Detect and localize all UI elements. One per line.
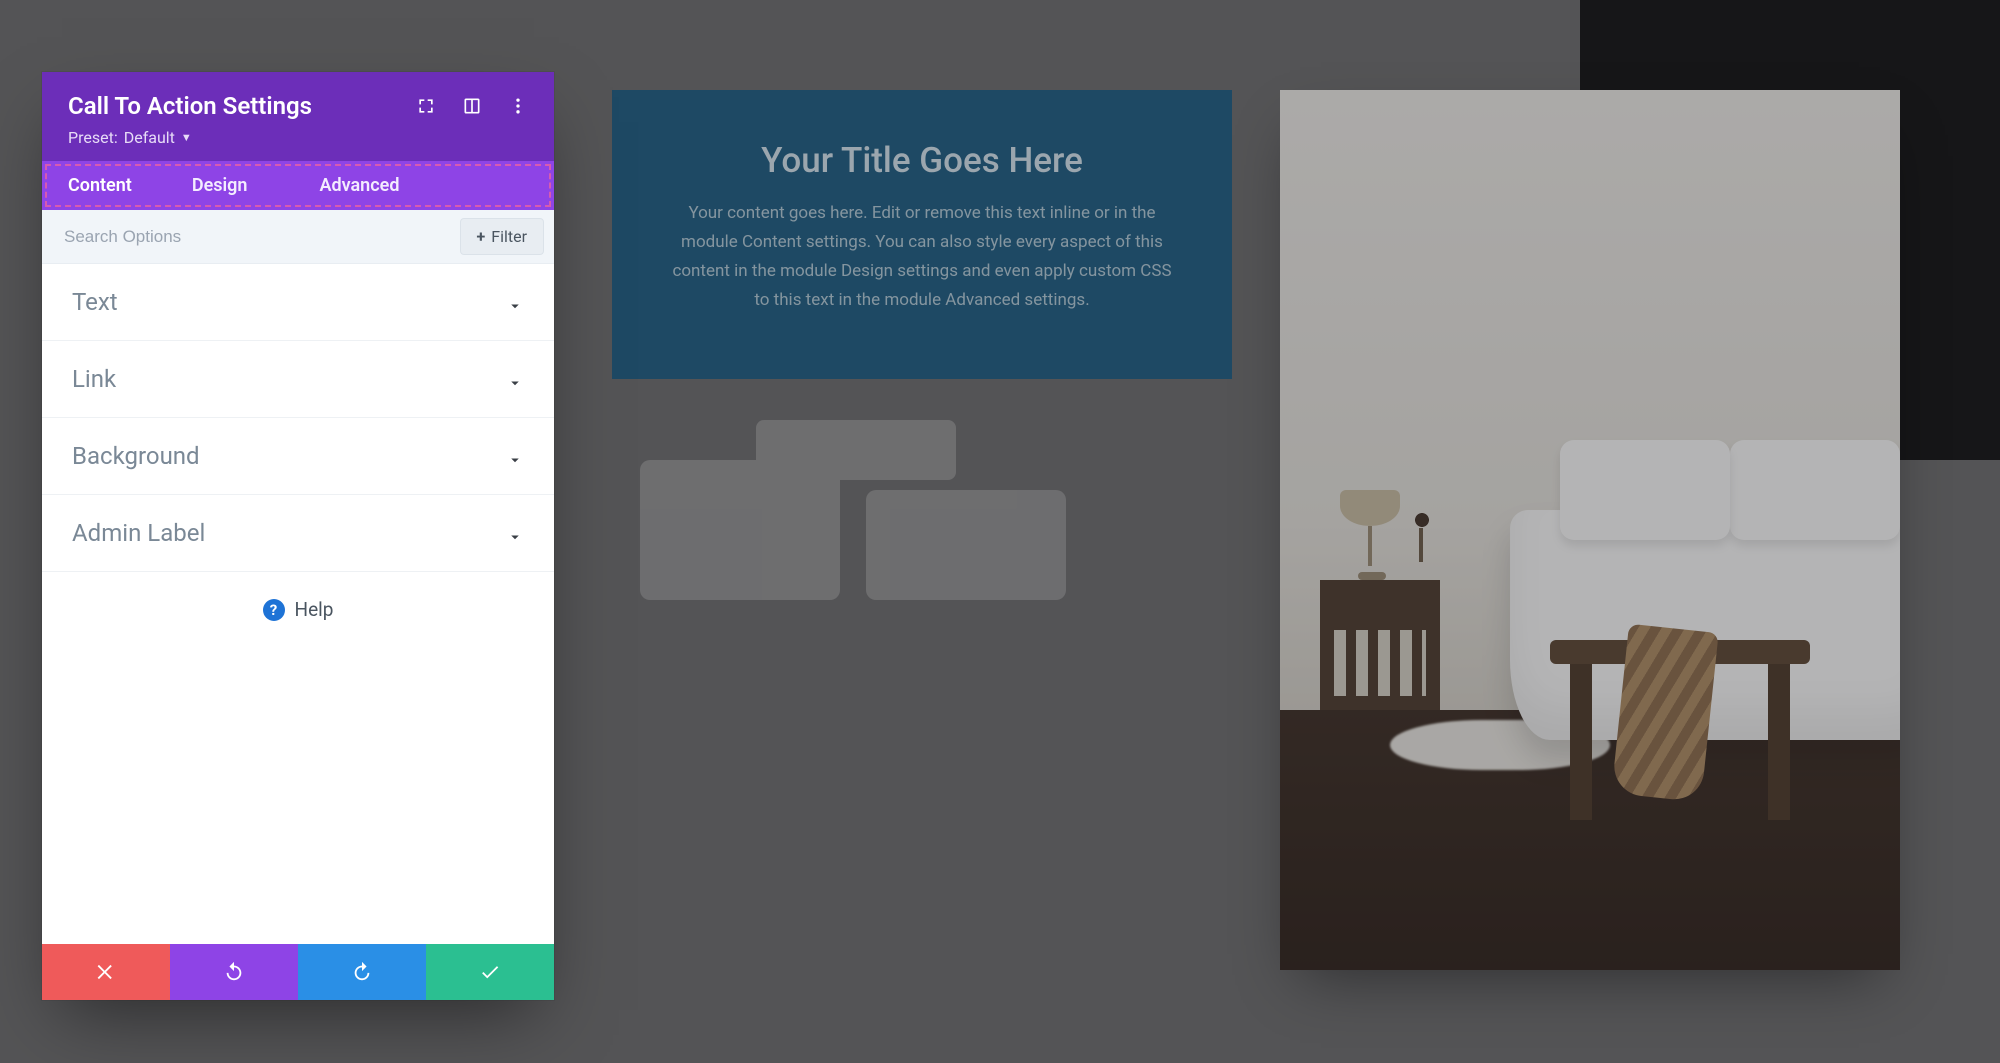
option-label: Text bbox=[72, 288, 118, 316]
expand-icon[interactable] bbox=[416, 96, 436, 116]
settings-tabs: Content Design Advanced bbox=[42, 161, 554, 210]
options-list: Text Link Background Admin Label ? Help bbox=[42, 264, 554, 944]
preset-selector[interactable]: Preset: Default ▼ bbox=[68, 128, 528, 147]
option-label: Link bbox=[72, 365, 116, 393]
option-admin-label[interactable]: Admin Label bbox=[42, 495, 554, 572]
help-label: Help bbox=[295, 598, 334, 621]
cancel-button[interactable] bbox=[42, 944, 170, 1000]
chevron-down-icon bbox=[506, 447, 524, 465]
chevron-down-icon bbox=[506, 524, 524, 542]
module-settings-panel: Call To Action Settings Preset: Default bbox=[42, 72, 554, 1000]
option-link[interactable]: Link bbox=[42, 341, 554, 418]
page-builder-viewport: Your Title Goes Here Your content goes h… bbox=[0, 0, 2000, 1063]
filter-button[interactable]: + Filter bbox=[460, 218, 544, 255]
undo-icon bbox=[223, 961, 245, 983]
save-button[interactable] bbox=[426, 944, 554, 1000]
search-input[interactable] bbox=[42, 211, 460, 263]
chevron-down-icon bbox=[506, 293, 524, 311]
preset-value: Default bbox=[124, 128, 175, 147]
option-label: Admin Label bbox=[72, 519, 205, 547]
option-label: Background bbox=[72, 442, 200, 470]
tab-advanced[interactable]: Advanced bbox=[277, 161, 429, 210]
cta-preview-module[interactable]: Your Title Goes Here Your content goes h… bbox=[612, 90, 1232, 379]
help-link[interactable]: ? Help bbox=[42, 572, 554, 631]
panel-title: Call To Action Settings bbox=[68, 92, 312, 120]
check-icon bbox=[479, 961, 501, 983]
preview-image-card bbox=[1280, 90, 1900, 970]
undo-button[interactable] bbox=[170, 944, 298, 1000]
search-row: + Filter bbox=[42, 210, 554, 264]
preset-label: Preset: bbox=[68, 128, 118, 147]
plus-icon: + bbox=[477, 227, 486, 246]
close-icon bbox=[95, 961, 117, 983]
panel-footer bbox=[42, 944, 554, 1000]
background-ghost-shapes bbox=[640, 420, 1080, 670]
kebab-menu-icon[interactable] bbox=[508, 96, 528, 116]
redo-button[interactable] bbox=[298, 944, 426, 1000]
help-icon: ? bbox=[263, 599, 285, 621]
responsive-preview-icon[interactable] bbox=[462, 96, 482, 116]
redo-icon bbox=[351, 961, 373, 983]
tab-design[interactable]: Design bbox=[162, 161, 278, 210]
option-background[interactable]: Background bbox=[42, 418, 554, 495]
panel-header: Call To Action Settings Preset: Default bbox=[42, 72, 554, 161]
option-text[interactable]: Text bbox=[42, 264, 554, 341]
filter-label: Filter bbox=[491, 227, 527, 246]
chevron-down-icon bbox=[506, 370, 524, 388]
caret-down-icon: ▼ bbox=[181, 131, 192, 144]
tab-content[interactable]: Content bbox=[42, 161, 162, 210]
